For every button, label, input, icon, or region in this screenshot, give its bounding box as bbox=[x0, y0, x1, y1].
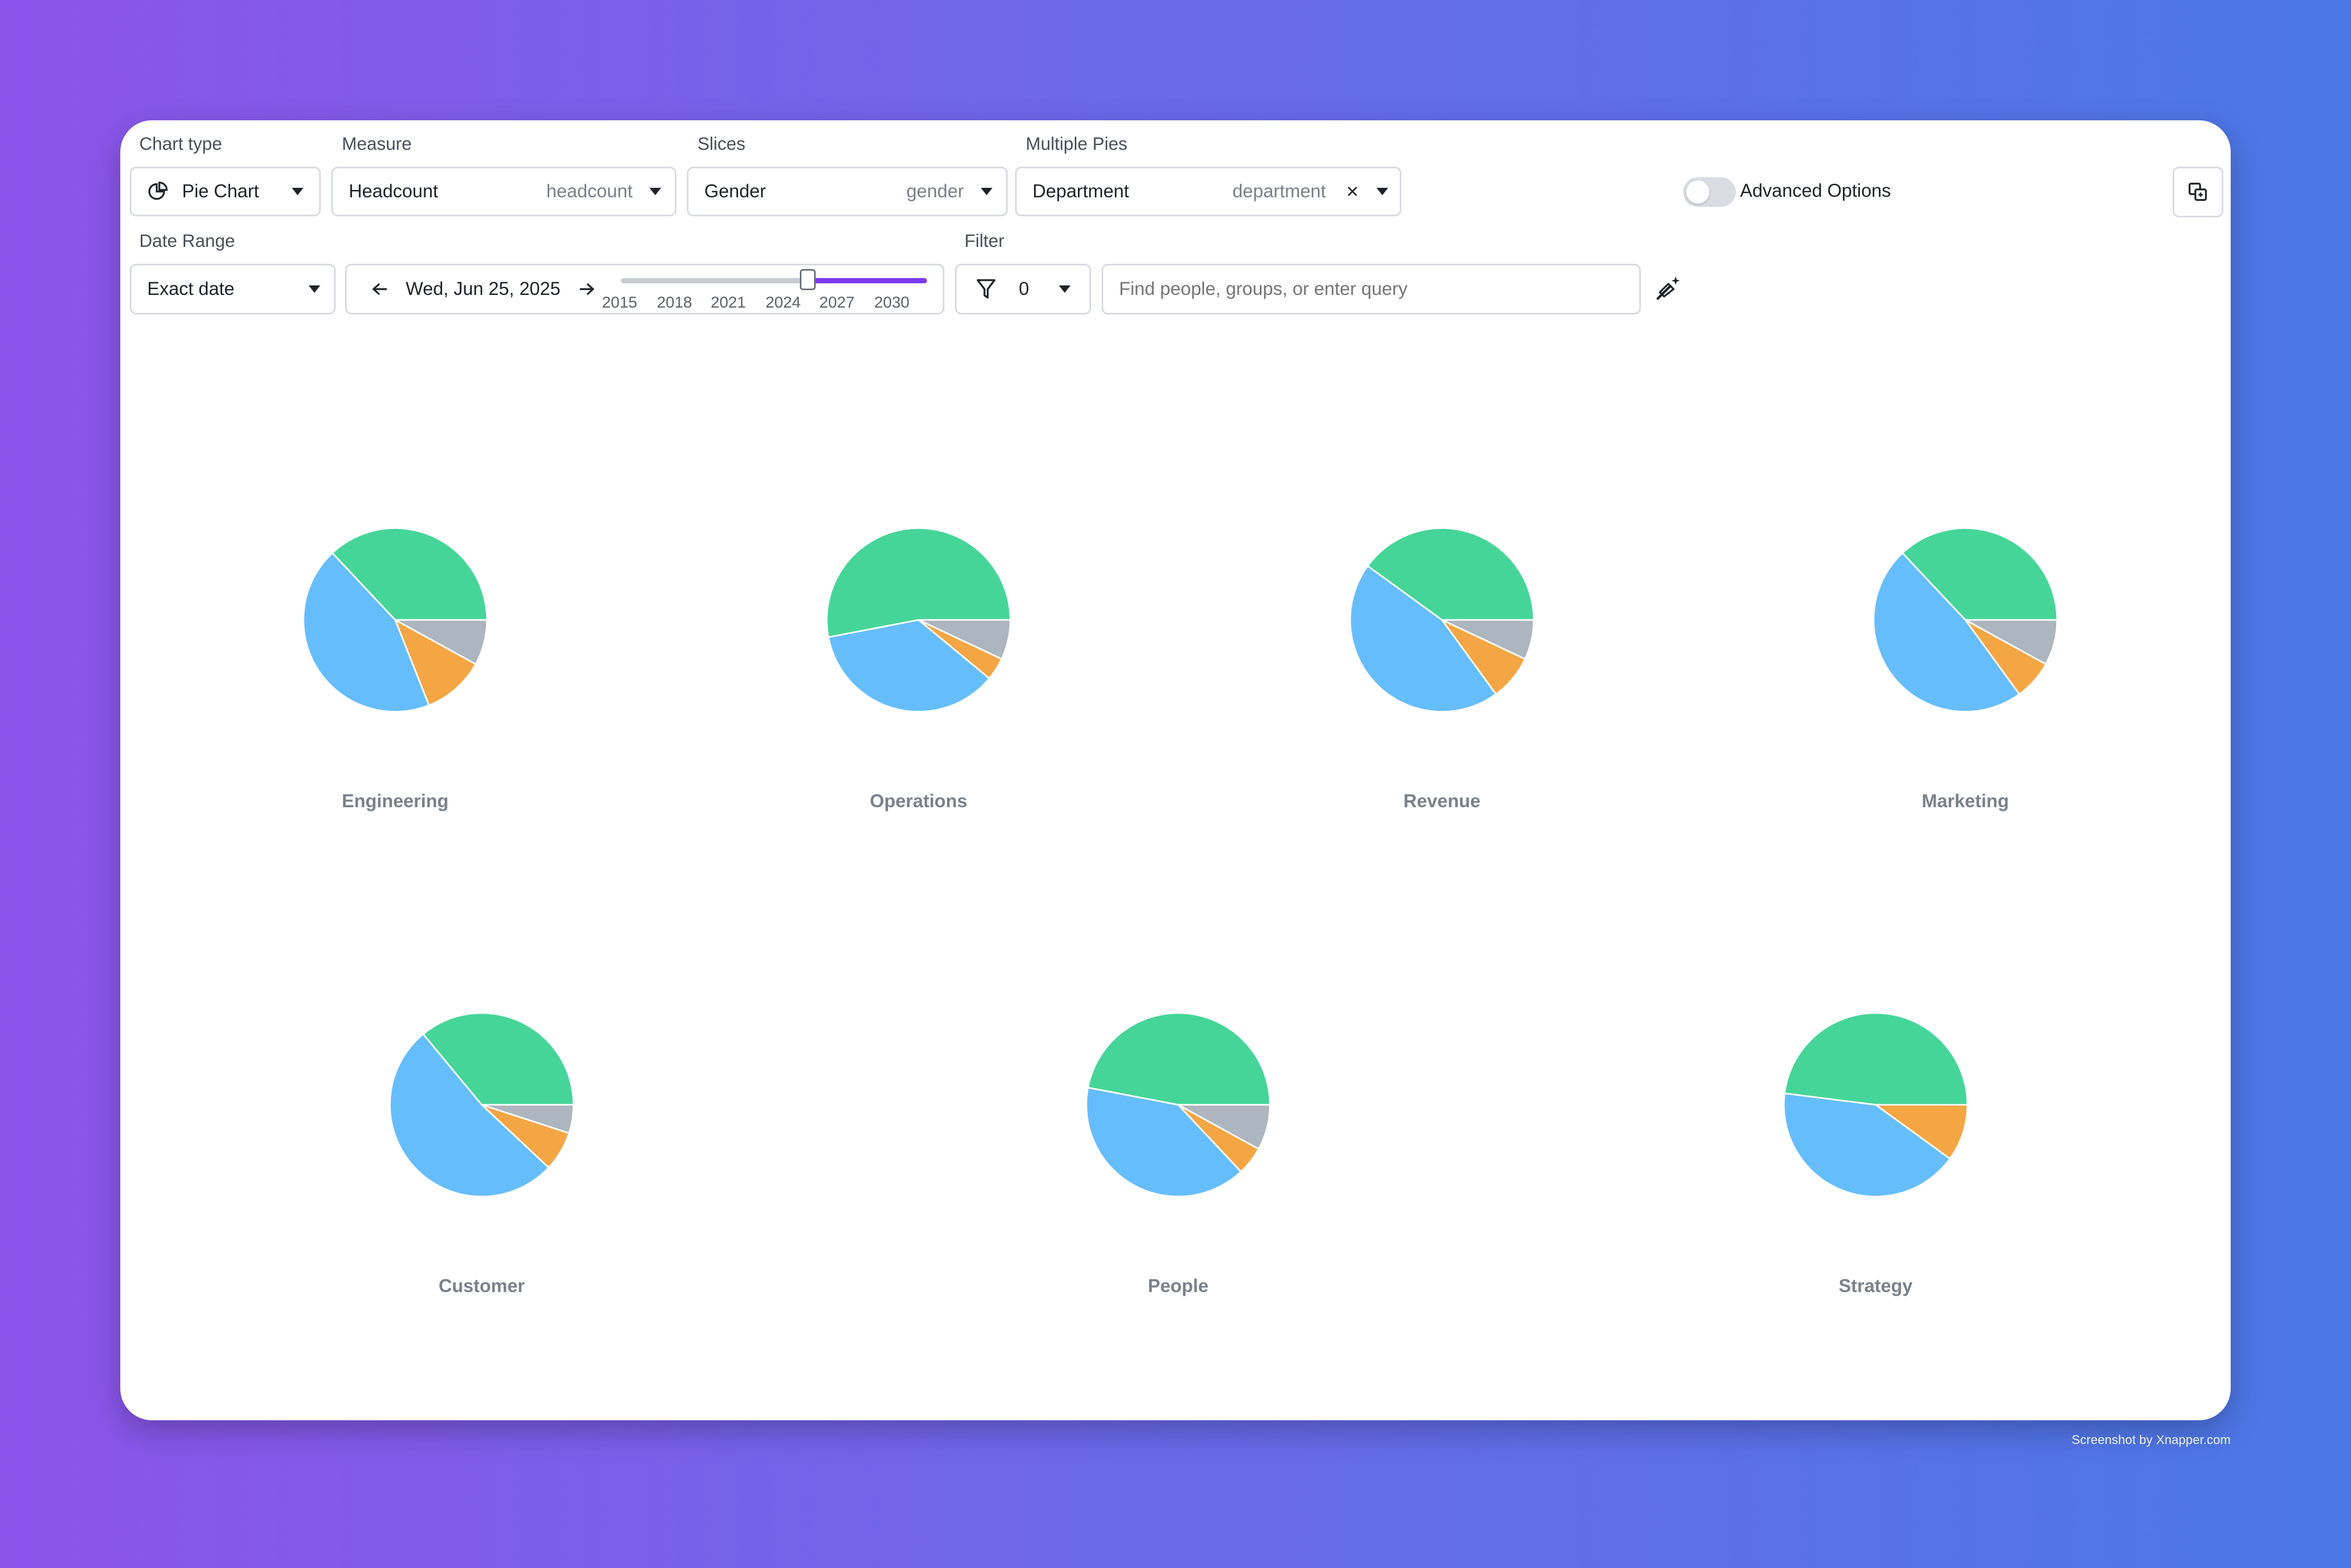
pie-slice-green[interactable] bbox=[1783, 1012, 1968, 1106]
pie-revenue[interactable]: Revenue bbox=[1349, 527, 1535, 811]
app-window: Chart type Measure Slices Multiple Pies … bbox=[120, 120, 2231, 1420]
pie-strategy[interactable]: Strategy bbox=[1783, 1012, 1968, 1296]
pie-label: Operations bbox=[870, 791, 968, 811]
pie-charts: Engineering Operations Revenue Marketing Cus… bbox=[302, 527, 2058, 1296]
pie-label: Revenue bbox=[1403, 791, 1480, 811]
pie-slice-green[interactable] bbox=[1087, 1012, 1271, 1106]
pie-label: Strategy bbox=[1839, 1276, 1913, 1296]
pie-operations[interactable]: Operations bbox=[826, 527, 1011, 811]
pie-customer[interactable]: Customer bbox=[389, 1012, 575, 1296]
pie-engineering[interactable]: Engineering bbox=[302, 527, 488, 811]
pie-marketing[interactable]: Marketing bbox=[1872, 527, 2058, 811]
pie-label: Marketing bbox=[1922, 791, 2009, 811]
pie-label: Customer bbox=[438, 1276, 525, 1296]
pie-label: People bbox=[1148, 1276, 1209, 1296]
screenshot-credit: Screenshot by Xnapper.com bbox=[2071, 1433, 2231, 1447]
pie-label: Engineering bbox=[342, 791, 448, 811]
pie-people[interactable]: People bbox=[1085, 1012, 1271, 1296]
